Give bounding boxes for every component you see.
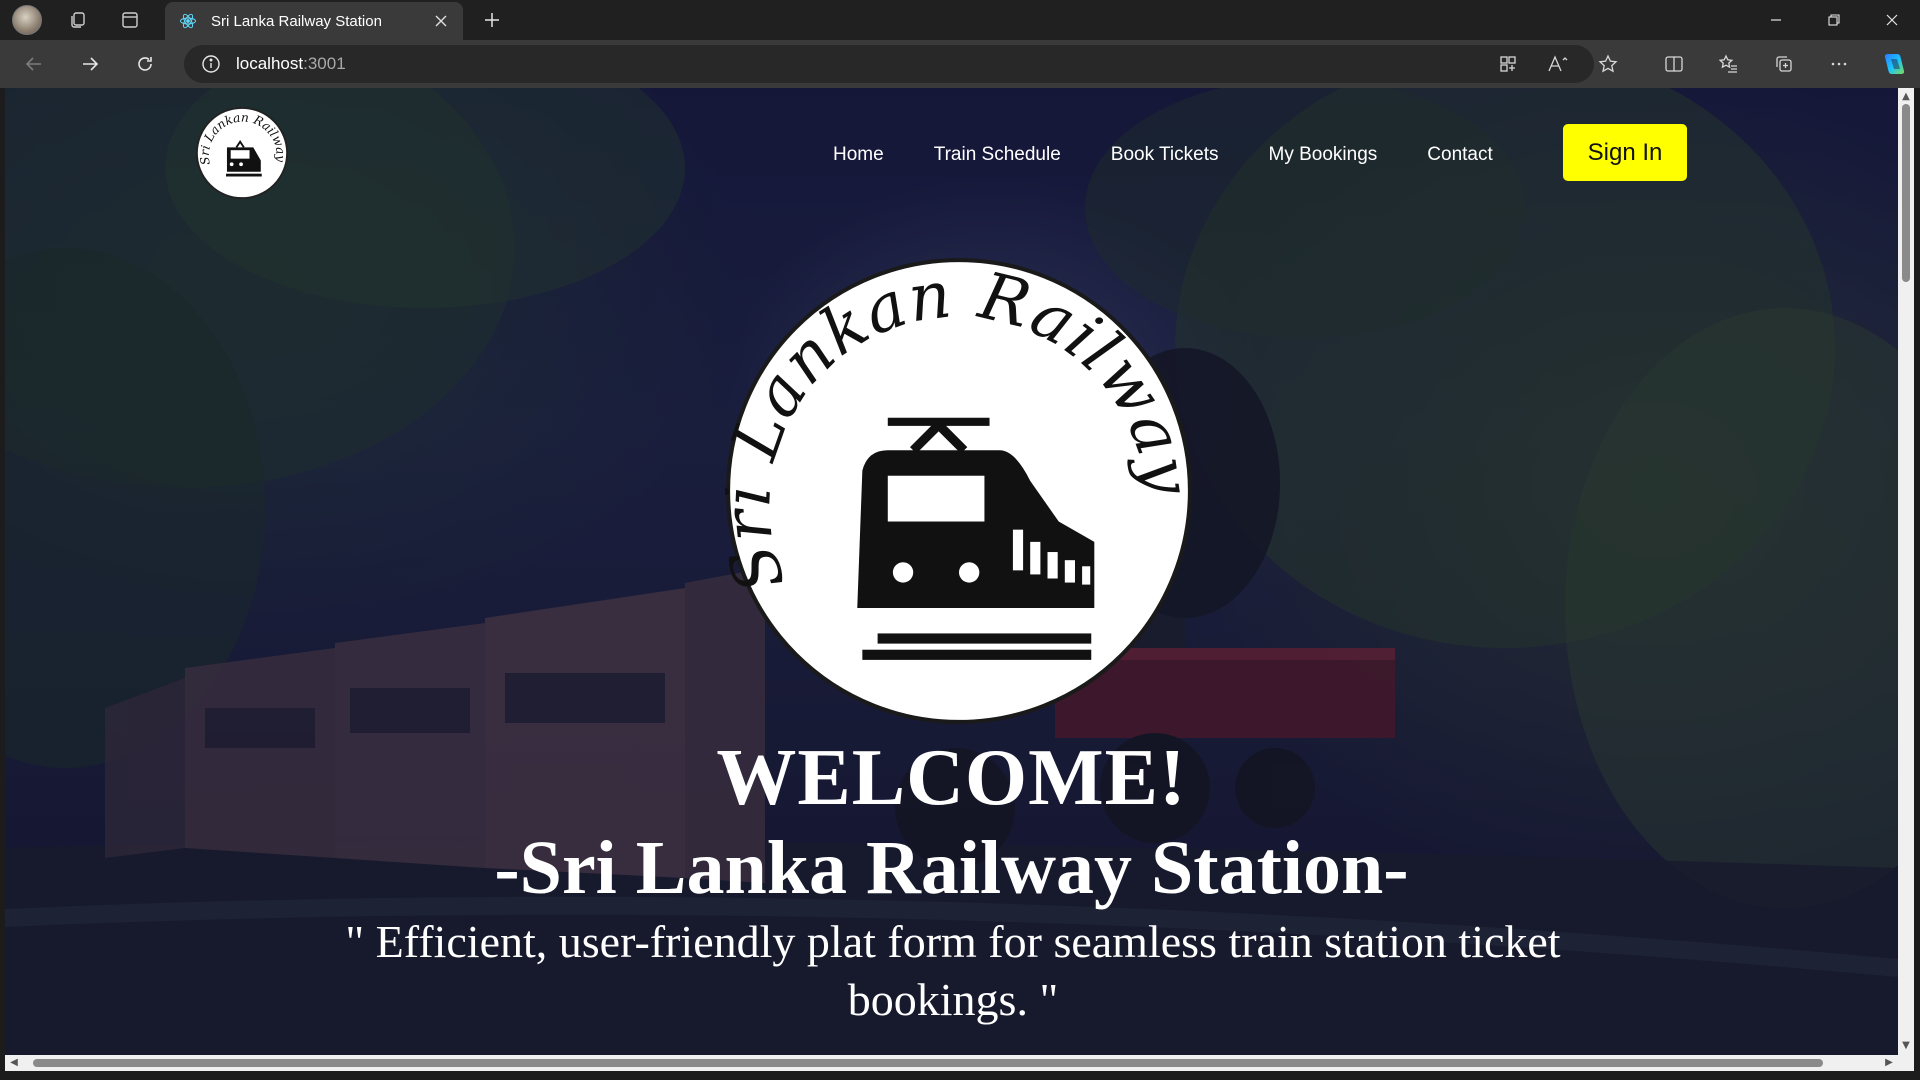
- minimize-icon[interactable]: [1748, 0, 1804, 40]
- hero-welcome: WELCOME!: [716, 734, 1187, 822]
- nav-contact[interactable]: Contact: [1427, 144, 1492, 166]
- tab-close-icon[interactable]: [427, 7, 455, 35]
- close-window-icon[interactable]: [1864, 0, 1920, 40]
- back-icon[interactable]: [16, 47, 52, 81]
- new-tab-icon[interactable]: [474, 4, 510, 36]
- app-available-icon[interactable]: [1490, 47, 1526, 81]
- favorite-star-icon[interactable]: [1590, 47, 1626, 81]
- url-text: localhost:3001: [236, 54, 346, 74]
- favorites-list-icon[interactable]: [1711, 47, 1747, 81]
- hero-railway-logo: Sri Lankan Railway: [725, 257, 1193, 724]
- browser-toolbar: localhost:3001: [0, 40, 1920, 88]
- main-nav: Home Train Schedule Book Tickets My Book…: [833, 144, 1543, 166]
- collections-icon[interactable]: [1766, 47, 1802, 81]
- workspaces-icon[interactable]: [58, 4, 98, 36]
- more-options-icon[interactable]: [1821, 47, 1857, 81]
- nav-book-tickets[interactable]: Book Tickets: [1111, 144, 1219, 166]
- sign-in-button[interactable]: Sign In: [1563, 124, 1687, 181]
- hero-station-title: -Sri Lanka Railway Station-: [494, 826, 1409, 910]
- site-logo[interactable]: Sri Lankan Railway: [195, 106, 289, 200]
- vertical-tabs-icon[interactable]: [110, 4, 150, 36]
- restore-icon[interactable]: [1806, 0, 1862, 40]
- url-port: :3001: [303, 54, 346, 73]
- horizontal-scroll-thumb[interactable]: [33, 1059, 1823, 1067]
- copilot-icon[interactable]: [1876, 47, 1912, 81]
- url-host: localhost: [236, 54, 304, 73]
- hero-tagline: " Efficient, user-friendly plat form for…: [345, 916, 1561, 1025]
- scroll-up-arrow-icon[interactable]: ▲: [1901, 92, 1911, 102]
- active-tab[interactable]: Sri Lanka Railway Station: [165, 2, 463, 40]
- read-aloud-icon[interactable]: [1540, 47, 1576, 81]
- scroll-down-arrow-icon[interactable]: ▼: [1901, 1041, 1911, 1051]
- split-screen-icon[interactable]: [1656, 47, 1692, 81]
- refresh-icon[interactable]: [127, 47, 163, 81]
- nav-my-bookings[interactable]: My Bookings: [1269, 144, 1378, 166]
- site-info-icon[interactable]: [200, 53, 222, 75]
- scroll-left-arrow-icon[interactable]: ◀: [9, 1058, 19, 1068]
- address-bar[interactable]: localhost:3001: [184, 45, 1594, 83]
- profile-avatar[interactable]: [12, 5, 42, 35]
- browser-titlebar: Sri Lanka Railway Station: [0, 0, 1920, 40]
- react-favicon-icon: [179, 12, 197, 30]
- nav-train-schedule[interactable]: Train Schedule: [934, 144, 1061, 166]
- vertical-scroll-thumb[interactable]: [1902, 104, 1910, 282]
- tab-title: Sri Lanka Railway Station: [211, 12, 382, 30]
- horizontal-scrollbar[interactable]: ◀ ▶: [5, 1055, 1898, 1071]
- scroll-right-arrow-icon[interactable]: ▶: [1884, 1058, 1894, 1068]
- nav-home[interactable]: Home: [833, 144, 884, 166]
- window-bottom-edge: [0, 1071, 1920, 1080]
- scrollbar-corner: [1898, 1055, 1914, 1071]
- vertical-scrollbar[interactable]: ▲ ▼: [1898, 88, 1914, 1055]
- page-viewport: Sri Lankan Railway Home Train Schedule B…: [5, 88, 1898, 1055]
- forward-icon[interactable]: [72, 47, 108, 81]
